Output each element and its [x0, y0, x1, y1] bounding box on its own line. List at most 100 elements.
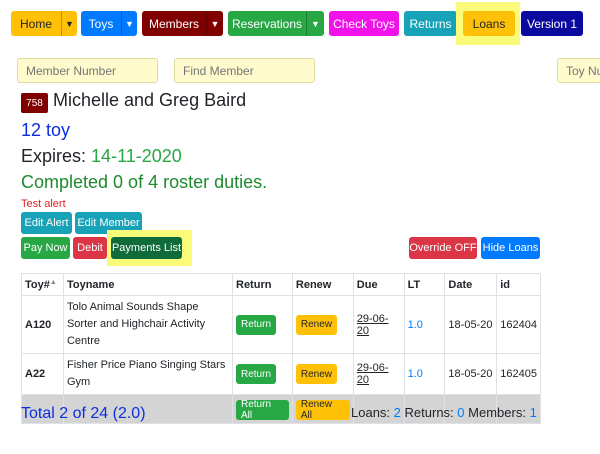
home-label: Home: [19, 16, 52, 31]
footer-renew-cell: Renew All: [291, 394, 354, 424]
loan-term-cell[interactable]: 1.0: [403, 295, 446, 354]
id-header-label: id: [500, 278, 511, 291]
toyname-cell: Tolo Animal Sounds Shape Sorter and High…: [62, 295, 234, 354]
reservations-button[interactable]: Reservations: [228, 11, 306, 36]
edit-alert-button[interactable]: Edit Alert: [21, 212, 72, 234]
version-label: Version 1: [526, 16, 578, 31]
return-all-button[interactable]: Return All: [236, 399, 289, 421]
loans-count-value: 2: [393, 405, 401, 420]
due-date-cell[interactable]: 29-06-20: [352, 295, 405, 354]
payments-list-button[interactable]: Payments List: [111, 237, 182, 259]
return-header-label: Return: [236, 278, 272, 291]
loan-term-cell[interactable]: 1.0: [403, 353, 446, 395]
return-cell: Return: [232, 295, 293, 354]
home-dropdown-toggle[interactable]: ▼: [61, 11, 77, 36]
pay-now-label: Pay Now: [23, 242, 68, 254]
due-date-cell[interactable]: 29-06-20: [352, 353, 405, 395]
reservations-dropdown-toggle[interactable]: ▼: [306, 11, 324, 36]
renew-header-label: Renew: [295, 278, 332, 291]
sort-asc-icon: ▲: [49, 278, 57, 286]
table-row: A22 Fisher Price Piano Singing Stars Gym…: [21, 353, 541, 395]
expires-date: 14-11-2020: [91, 146, 182, 166]
reservations-label: Reservations: [231, 16, 303, 31]
loans-total: Total 2 of 24 (2.0): [21, 405, 146, 422]
lt-header-label: LT: [407, 278, 421, 291]
column-header-due: Due: [352, 273, 405, 296]
hide-loans-button[interactable]: Hide Loans: [481, 237, 540, 259]
date-header-label: Date: [448, 278, 473, 291]
loans-label: Loans: [472, 16, 506, 31]
toy-number-cell: A22: [21, 353, 64, 395]
chevron-down-icon: ▼: [65, 18, 74, 29]
loan-date-cell: 18-05-20: [444, 353, 498, 395]
toy-header-label: Toy#: [25, 278, 50, 291]
renew-button[interactable]: Renew: [295, 364, 338, 384]
returns-count-label: Returns:: [404, 405, 454, 420]
payments-list-label: Payments List: [111, 242, 182, 254]
check-toys-button[interactable]: Check Toys: [329, 11, 399, 36]
members-dropdown-toggle[interactable]: ▼: [206, 11, 223, 36]
renew-cell: Renew: [291, 353, 354, 395]
override-button[interactable]: Override OFF: [409, 237, 477, 259]
returns-button[interactable]: Returns: [404, 11, 457, 36]
returns-count-value: 0: [457, 405, 465, 420]
return-cell: Return: [232, 353, 293, 395]
column-header-toy[interactable]: Toy#▲: [21, 273, 64, 296]
column-header-renew: Renew: [291, 273, 354, 296]
table-row: A120 Tolo Animal Sounds Shape Sorter and…: [21, 295, 541, 354]
members-count-label: Members:: [468, 405, 526, 420]
loan-date-cell: 18-05-20: [444, 295, 498, 354]
hide-loans-label: Hide Loans: [482, 242, 539, 254]
toyname-cell: Fisher Price Piano Singing Stars Gym: [62, 353, 234, 395]
renew-cell: Renew: [291, 295, 354, 354]
debit-label: Debit: [77, 242, 103, 254]
return-button[interactable]: Return: [236, 364, 277, 384]
members-count-value: 1: [529, 405, 537, 420]
pay-now-button[interactable]: Pay Now: [21, 237, 70, 259]
roster-status: Completed 0 of 4 roster duties.: [21, 172, 268, 192]
toys-dropdown-toggle[interactable]: ▼: [121, 11, 137, 36]
member-number-input[interactable]: [17, 58, 158, 83]
edit-alert-label: Edit Alert: [24, 217, 69, 229]
column-header-lt: LT: [403, 273, 446, 296]
toys-button[interactable]: Toys: [81, 11, 121, 36]
member-id-badge: 758: [21, 93, 48, 113]
loans-count-label: Loans:: [351, 405, 391, 420]
footer-return-cell: Return All: [232, 394, 293, 424]
check-toys-label: Check Toys: [333, 16, 395, 31]
loan-id-cell: 162405: [496, 353, 541, 395]
column-header-id: id: [496, 273, 541, 296]
chevron-down-icon: ▼: [125, 18, 134, 29]
column-header-toyname: Toyname: [62, 273, 234, 296]
return-button[interactable]: Return: [236, 314, 277, 335]
toy-number-cell: A120: [21, 295, 64, 354]
override-label: Override OFF: [409, 242, 477, 254]
column-header-return: Return: [232, 273, 293, 296]
loans-button[interactable]: Loans: [463, 11, 515, 36]
members-button[interactable]: Members: [142, 11, 206, 36]
chevron-down-icon: ▼: [210, 18, 220, 29]
renew-all-button[interactable]: Renew All: [295, 399, 350, 421]
loan-id-cell: 162404: [496, 295, 541, 354]
renew-button[interactable]: Renew: [295, 314, 338, 335]
edit-member-label: Edit Member: [77, 217, 140, 229]
member-alert: Test alert: [21, 198, 66, 210]
table-header-row: Toy#▲ Toyname Return Renew Due LT Date i…: [21, 273, 541, 296]
debit-button[interactable]: Debit: [73, 237, 107, 259]
toys-label: Toys: [88, 16, 114, 31]
toy-number-input[interactable]: [557, 58, 600, 83]
home-button[interactable]: Home: [11, 11, 61, 36]
due-header-label: Due: [356, 278, 378, 291]
expires-label: Expires:: [21, 146, 87, 166]
members-label: Members: [148, 16, 199, 31]
column-header-date: Date: [444, 273, 498, 296]
find-member-input[interactable]: [174, 58, 315, 83]
toyname-header-label: Toyname: [66, 278, 115, 291]
version-button[interactable]: Version 1: [521, 11, 583, 36]
loan-counts: Loans: 2 Returns: 0 Members: 1: [351, 405, 537, 420]
loans-table: Toy#▲ Toyname Return Renew Due LT Date i…: [21, 273, 541, 424]
expires-row: Expires: 14-11-2020: [21, 146, 182, 167]
toy-count: 12 toy: [21, 120, 71, 140]
returns-label: Returns: [409, 16, 452, 31]
chevron-down-icon: ▼: [311, 18, 320, 29]
